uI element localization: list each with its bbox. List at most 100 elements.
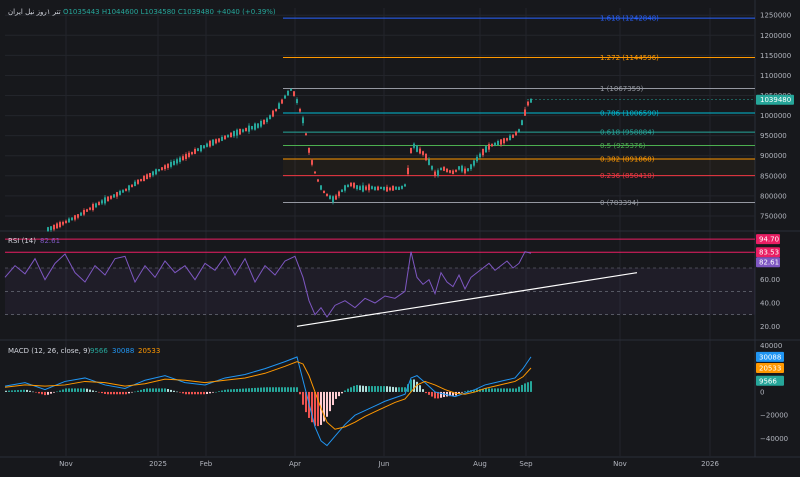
candle-body xyxy=(470,164,472,170)
macd-histogram-bar xyxy=(206,391,208,395)
macd-histogram-bar xyxy=(221,390,223,392)
candle-body xyxy=(128,185,130,191)
candle-body xyxy=(212,139,214,146)
price-tick-label: 800000 xyxy=(760,192,787,200)
candle-body xyxy=(86,209,88,212)
macd-histogram-bar xyxy=(89,389,91,392)
candle-body xyxy=(179,157,181,162)
candle-body xyxy=(137,179,139,184)
rsi-badge-label: 94.70 xyxy=(759,236,779,244)
symbol-name[interactable]: تتر ۱روز نیل ایران xyxy=(8,8,61,16)
candle-body xyxy=(368,184,370,191)
macd-title-value: 20533 xyxy=(138,347,160,355)
macd-histogram-bar xyxy=(251,388,253,392)
rsi-title: RSI (14) xyxy=(8,237,36,245)
macd-histogram-bar xyxy=(161,388,163,392)
price-tick-label: 1250000 xyxy=(760,12,791,20)
rsi-badge-label: 83.53 xyxy=(759,249,779,257)
macd-histogram-bar xyxy=(380,386,382,392)
fib-level-label: 0.5 (925376) xyxy=(600,142,646,150)
macd-histogram-bar xyxy=(461,391,463,393)
candle-body xyxy=(488,144,490,150)
time-tick-label: Sep xyxy=(519,460,533,468)
time-tick-label: Nov xyxy=(59,460,73,468)
price-tick-label: 750000 xyxy=(760,212,787,220)
candle-body xyxy=(395,186,397,190)
macd-histogram-bar xyxy=(332,391,334,406)
candle-body xyxy=(164,165,166,170)
high-value: H1044600 xyxy=(101,8,139,16)
candle-body xyxy=(329,195,331,199)
macd-histogram-bar xyxy=(302,391,304,405)
macd-histogram-bar xyxy=(227,389,229,392)
candle-body xyxy=(233,131,235,137)
macd-histogram-bar xyxy=(398,387,400,392)
candle-body xyxy=(341,189,343,192)
macd-histogram-bar xyxy=(140,389,142,392)
macd-histogram-bar xyxy=(485,388,487,392)
candle-body xyxy=(197,148,199,152)
price-tick-label: 900000 xyxy=(760,152,787,160)
macd-badge-label: 30088 xyxy=(759,353,781,361)
fib-level-label: 0 (783394) xyxy=(600,199,639,207)
time-tick-label: Nov xyxy=(613,460,627,468)
macd-histogram-bar xyxy=(191,391,193,395)
candle-body xyxy=(302,117,304,124)
price-tick-label: 1100000 xyxy=(760,72,791,80)
candle-body xyxy=(317,179,319,182)
macd-histogram-bar xyxy=(23,389,25,392)
candle-body xyxy=(518,129,520,133)
candle-body xyxy=(77,214,79,218)
macd-histogram-bar xyxy=(368,386,370,392)
macd-histogram-bar xyxy=(416,381,418,392)
macd-histogram-bar xyxy=(374,386,376,392)
candle-body xyxy=(332,196,334,203)
macd-histogram-bar xyxy=(194,391,196,395)
macd-histogram-bar xyxy=(371,386,373,392)
macd-histogram-bar xyxy=(182,391,184,394)
macd-histogram-bar xyxy=(347,388,349,392)
chart-canvas[interactable]: 7500008000008500009000009500001000000105… xyxy=(0,0,800,477)
macd-histogram-bar xyxy=(296,387,298,392)
macd-histogram-bar xyxy=(233,389,235,392)
candle-body xyxy=(191,152,193,155)
macd-histogram-bar xyxy=(50,391,52,394)
candle-body xyxy=(140,179,142,182)
candle-body xyxy=(452,170,454,175)
candle-body xyxy=(350,182,352,187)
candle-body xyxy=(260,120,262,127)
candle-body xyxy=(494,142,496,146)
macd-badge-label: 9566 xyxy=(759,377,777,385)
candle-body xyxy=(71,217,73,221)
candle-body xyxy=(446,168,448,173)
candle-body xyxy=(98,202,100,206)
candle-body xyxy=(125,188,127,191)
candle-body xyxy=(290,88,292,91)
macd-histogram-bar xyxy=(515,388,517,392)
macd-histogram-bar xyxy=(506,388,508,392)
candle-body xyxy=(521,120,523,126)
macd-tick-label: −20000 xyxy=(760,412,788,420)
candle-body xyxy=(176,159,178,164)
candle-body xyxy=(257,123,259,128)
macd-histogram-bar xyxy=(278,387,280,392)
candle-body xyxy=(224,135,226,140)
macd-histogram-bar xyxy=(500,388,502,392)
macd-title-value: 9566 xyxy=(90,347,108,355)
candle-body xyxy=(326,193,328,197)
candle-body xyxy=(398,187,400,190)
macd-histogram-bar xyxy=(179,391,181,393)
candle-body xyxy=(353,182,355,188)
macd-histogram-bar xyxy=(512,388,514,392)
time-tick-label: 2026 xyxy=(701,460,719,468)
candle-body xyxy=(467,168,469,172)
candle-body xyxy=(104,197,106,204)
candle-body xyxy=(206,143,208,147)
macd-histogram-bar xyxy=(77,388,79,392)
macd-histogram-bar xyxy=(395,387,397,392)
macd-histogram-bar xyxy=(422,389,424,392)
candle-body xyxy=(68,218,70,223)
candle-body xyxy=(59,222,61,228)
macd-histogram-bar xyxy=(530,381,532,392)
low-value: L1034580 xyxy=(140,8,176,16)
